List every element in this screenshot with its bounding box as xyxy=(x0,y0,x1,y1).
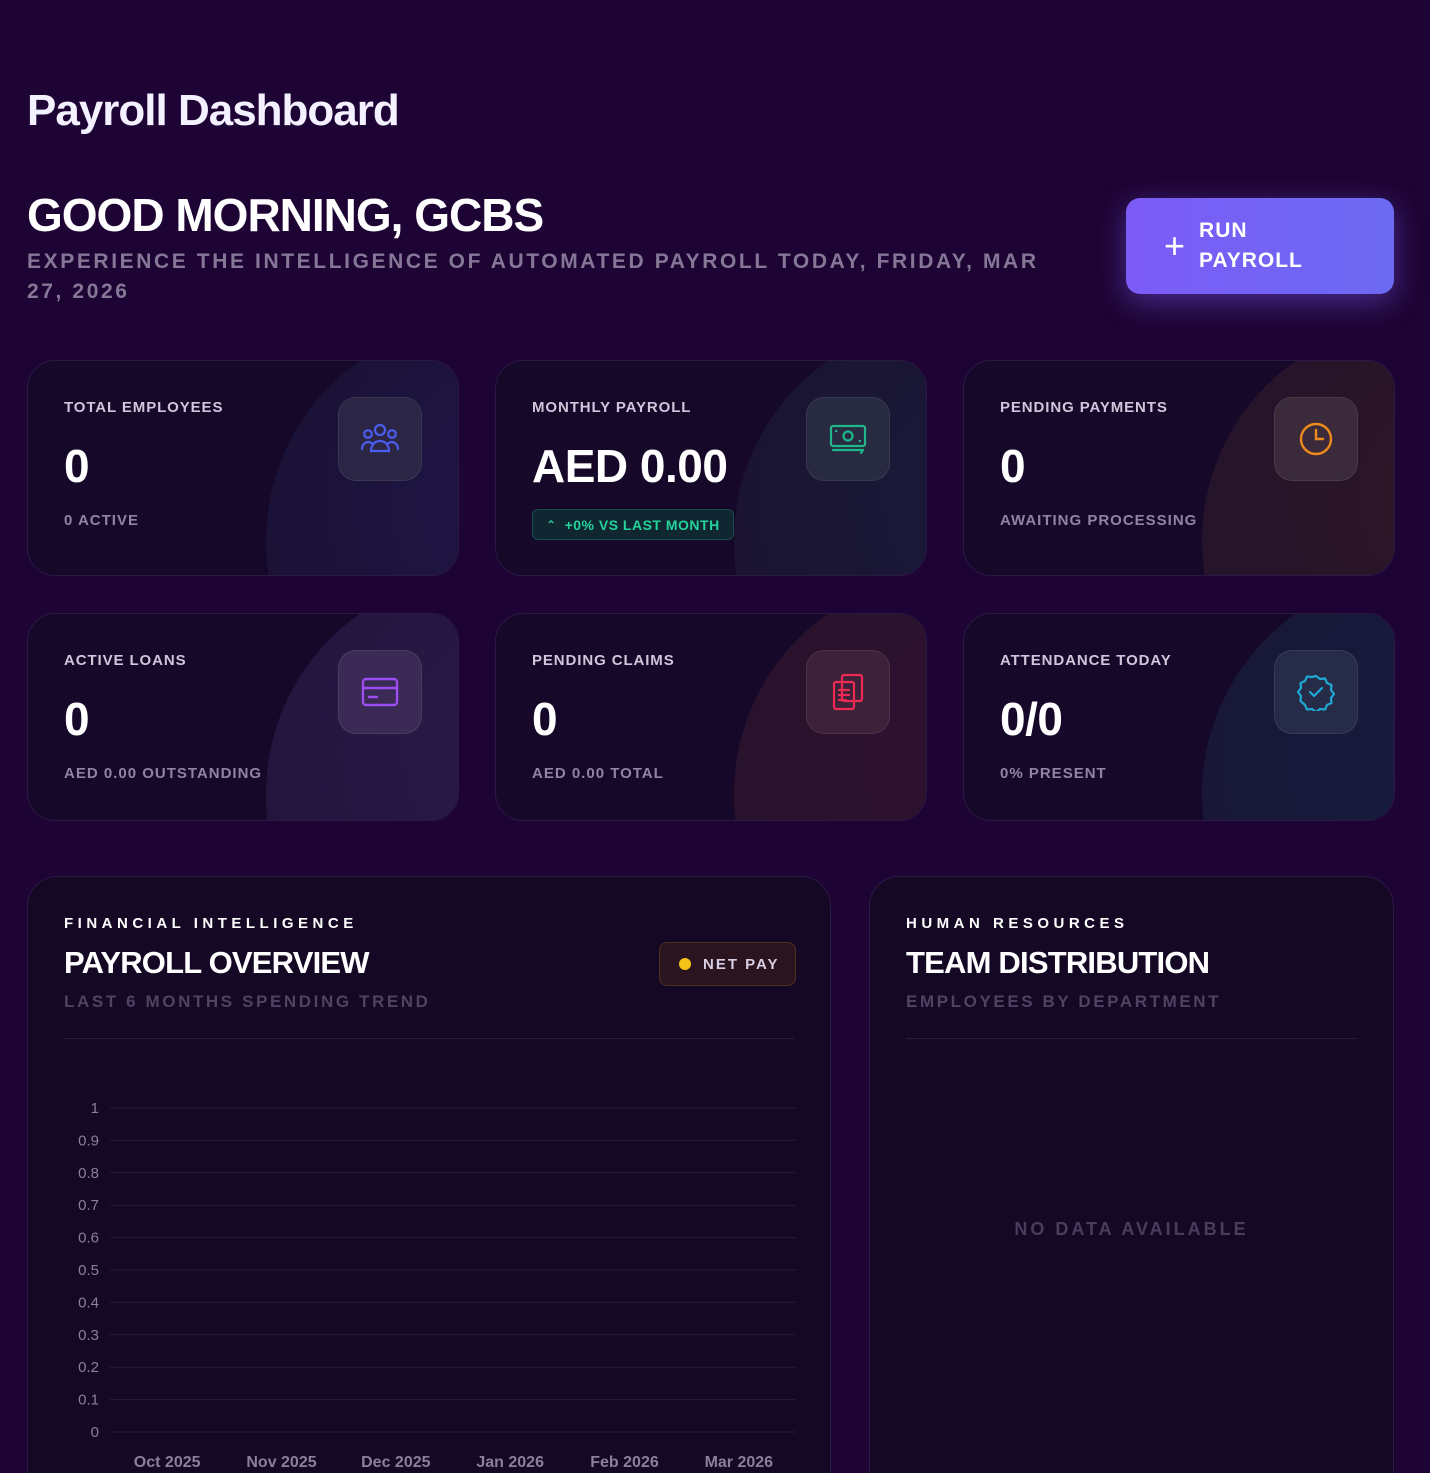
stat-value: 0/0 xyxy=(1000,693,1063,745)
stat-title: PENDING PAYMENTS xyxy=(1000,399,1168,416)
panel-subtitle: EMPLOYEES BY DEPARTMENT xyxy=(906,992,1222,1011)
trend-badge: ⌃ +0% VS LAST MONTH xyxy=(532,509,734,540)
panel-title: TEAM DISTRIBUTION xyxy=(906,945,1210,980)
y-tick-label: 0.9 xyxy=(78,1132,99,1149)
plus-icon: + xyxy=(1164,225,1186,266)
y-tick-label: 0.8 xyxy=(78,1165,99,1182)
stat-subtext: AED 0.00 OUTSTANDING xyxy=(64,765,263,782)
panel-eyebrow: HUMAN RESOURCES xyxy=(906,915,1129,932)
stat-card-total-employees: TOTAL EMPLOYEES 0 0 ACTIVE xyxy=(27,360,459,576)
stat-value: AED 0.00 xyxy=(532,440,728,492)
x-tick-label: Mar 2026 xyxy=(705,1454,774,1471)
run-payroll-button[interactable]: + RUN PAYROLL xyxy=(1126,198,1394,294)
stat-title: PENDING CLAIMS xyxy=(532,652,675,669)
stat-card-pending-payments: PENDING PAYMENTS 0 AWAITING PROCESSING xyxy=(963,360,1395,576)
y-tick-label: 0.3 xyxy=(78,1327,99,1344)
stat-card-active-loans: ACTIVE LOANS 0 AED 0.00 OUTSTANDING xyxy=(27,613,459,821)
documents-icon xyxy=(806,650,890,734)
x-tick-label: Dec 2025 xyxy=(361,1454,430,1471)
credit-card-icon xyxy=(338,650,422,734)
x-tick-label: Jan 2026 xyxy=(476,1454,544,1471)
stat-subtext: 0 ACTIVE xyxy=(64,512,139,529)
stat-title: TOTAL EMPLOYEES xyxy=(64,399,224,416)
stat-value: 0 xyxy=(64,440,90,492)
stat-subtext: AED 0.00 TOTAL xyxy=(532,765,664,782)
y-tick-label: 0.2 xyxy=(78,1359,99,1376)
stat-subtext: 0% PRESENT xyxy=(1000,765,1107,782)
y-tick-label: 0.5 xyxy=(78,1262,99,1279)
trend-label: +0% VS LAST MONTH xyxy=(564,516,720,533)
stat-card-pending-claims: PENDING CLAIMS 0 AED 0.00 TOTAL xyxy=(495,613,927,821)
badge-check-icon xyxy=(1274,650,1358,734)
y-tick-label: 0.6 xyxy=(78,1230,99,1247)
greeting-subtitle: EXPERIENCE THE INTELLIGENCE OF AUTOMATED… xyxy=(27,250,1039,303)
stat-subtext: AWAITING PROCESSING xyxy=(1000,512,1198,529)
stat-title: MONTHLY PAYROLL xyxy=(532,399,692,416)
stat-value: 0 xyxy=(1000,440,1026,492)
stat-card-attendance-today: ATTENDANCE TODAY 0/0 0% PRESENT xyxy=(963,613,1395,821)
clock-icon xyxy=(1274,397,1358,481)
x-tick-label: Feb 2026 xyxy=(590,1454,659,1471)
y-tick-label: 0.4 xyxy=(78,1294,99,1311)
panel-divider xyxy=(906,1038,1357,1039)
y-tick-label: 0.1 xyxy=(78,1392,99,1409)
page-title: Payroll Dashboard xyxy=(27,86,400,135)
run-payroll-label: RUN PAYROLL xyxy=(1199,219,1303,272)
stat-card-monthly-payroll: MONTHLY PAYROLL AED 0.00 ⌃ +0% VS LAST M… xyxy=(495,360,927,576)
team-distribution-panel: HUMAN RESOURCES TEAM DISTRIBUTION EMPLOY… xyxy=(869,876,1394,1473)
stat-value: 0 xyxy=(64,693,90,745)
payroll-overview-panel: FINANCIAL INTELLIGENCE PAYROLL OVERVIEW … xyxy=(27,876,831,1473)
greeting-heading: GOOD MORNING, GCBS xyxy=(27,189,544,241)
stat-title: ATTENDANCE TODAY xyxy=(1000,652,1172,669)
y-tick-label: 0.7 xyxy=(78,1197,99,1214)
stat-value: 0 xyxy=(532,693,558,745)
payroll-line-chart: 0 0.1 0.2 0.3 0.4 0.5 0.6 0.7 0.8 0.9 1 Oct 2025 Nov… xyxy=(78,1100,796,1471)
money-icon xyxy=(806,397,890,481)
stat-title: ACTIVE LOANS xyxy=(64,652,187,669)
x-tick-label: Oct 2025 xyxy=(134,1454,201,1471)
users-icon xyxy=(338,397,422,481)
empty-state-text: NO DATA AVAILABLE xyxy=(1014,1219,1249,1239)
chevron-up-icon: ⌃ xyxy=(546,517,557,532)
y-tick-label: 0 xyxy=(91,1424,99,1441)
y-tick-label: 1 xyxy=(91,1100,99,1117)
x-tick-label: Nov 2025 xyxy=(246,1454,316,1471)
